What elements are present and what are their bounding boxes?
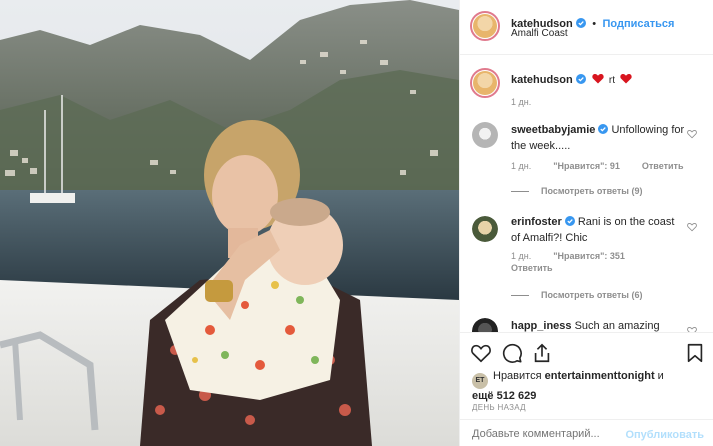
post-image (0, 0, 459, 446)
heart-emoji-icon (620, 74, 632, 84)
replies-divider (511, 191, 529, 193)
caption-time[interactable]: 1 дн. (511, 97, 531, 107)
likes-count[interactable]: ещё 512 629 (472, 390, 536, 402)
comments-list: katehudson rt 1 дн. sweetbabyjamie Unfol… (460, 56, 713, 332)
comment-likes[interactable]: "Нравится": 91 (553, 161, 620, 171)
like-comment-heart-icon[interactable] (687, 222, 697, 232)
heart-emoji-icon (592, 74, 604, 84)
commenter-avatar[interactable] (472, 122, 498, 148)
follow-button[interactable]: Подписаться (603, 18, 675, 30)
view-replies-label: Посмотреть ответы (6) (541, 290, 643, 300)
commenter-avatar[interactable] (472, 318, 498, 332)
author-avatar[interactable] (470, 11, 500, 41)
comment-author[interactable]: happ_iness (511, 320, 572, 332)
post-photo[interactable] (0, 0, 459, 446)
comment-bubble-icon[interactable] (501, 342, 523, 364)
comment-time[interactable]: 1 дн. (511, 251, 531, 261)
post-date[interactable]: ДЕНЬ НАЗАД (472, 403, 526, 412)
liker-username[interactable]: entertainmenttonight (545, 370, 655, 382)
view-replies-button[interactable]: Посмотреть ответы (9) (511, 186, 642, 196)
liker-avatar[interactable]: ET (472, 373, 488, 389)
post-header: katehudson • Подписаться Amalfi Coast (460, 0, 713, 55)
separator-dot: • (592, 18, 597, 30)
post-location[interactable]: Amalfi Coast (511, 28, 568, 39)
like-heart-icon[interactable] (470, 342, 492, 364)
caption-author[interactable]: katehudson (511, 74, 573, 86)
view-replies-button[interactable]: Посмотреть ответы (6) (511, 290, 642, 300)
post-actions: ET Нравится entertainmenttonight и ещё 51… (460, 332, 713, 446)
comment-author[interactable]: erinfoster (511, 216, 562, 228)
caption-text: rt (608, 75, 615, 86)
comment-composer: Опубликовать (460, 419, 713, 446)
likes-summary: ET Нравится entertainmenttonight и ещё 51… (472, 369, 664, 403)
comment-likes[interactable]: "Нравится": 351 (553, 251, 625, 261)
verified-icon (575, 74, 586, 84)
replies-divider (511, 295, 529, 297)
comment-text: Such an amazing (574, 320, 660, 332)
reply-button[interactable]: Ответить (642, 161, 684, 171)
likes-prefix: Нравится (493, 370, 542, 382)
verified-icon (598, 124, 609, 134)
view-replies-label: Посмотреть ответы (9) (541, 186, 643, 196)
comment-author[interactable]: sweetbabyjamie (511, 124, 595, 136)
comment-time[interactable]: 1 дн. (511, 161, 531, 171)
publish-button[interactable]: Опубликовать (625, 429, 704, 441)
bookmark-icon[interactable] (684, 342, 706, 364)
comment-input[interactable] (472, 428, 622, 440)
commenter-avatar[interactable] (472, 216, 498, 242)
reply-button[interactable]: Ответить (511, 263, 553, 273)
verified-icon (564, 216, 575, 226)
likes-middle: и (657, 370, 664, 382)
post-panel: katehudson • Подписаться Amalfi Coast ka… (459, 0, 713, 446)
verified-icon (575, 18, 586, 28)
like-comment-heart-icon[interactable] (687, 129, 697, 139)
caption-avatar[interactable] (470, 68, 500, 98)
share-icon[interactable] (531, 342, 553, 364)
